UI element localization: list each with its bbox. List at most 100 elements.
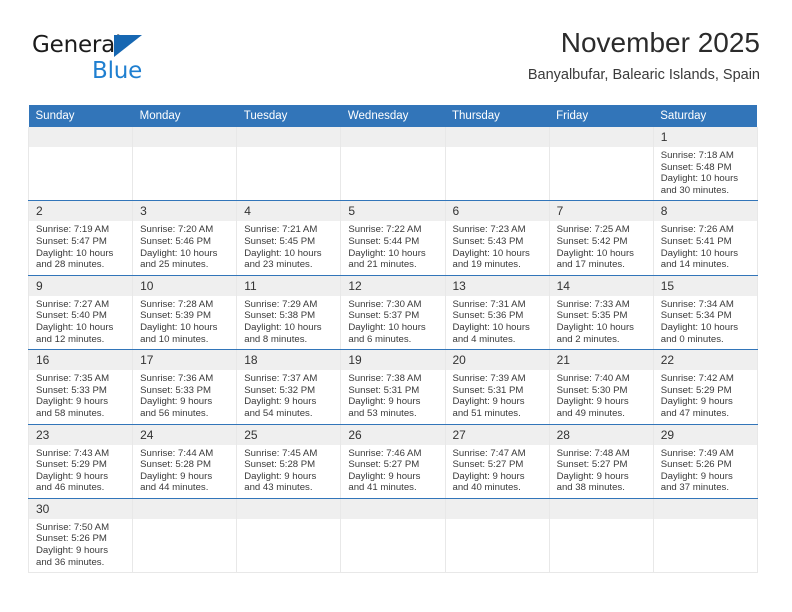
day-details: Sunrise: 7:18 AM Sunset: 5:48 PM Daylight:…: [654, 147, 757, 200]
calendar-empty-cell: [548, 127, 654, 202]
sunset-time: Sunset: 5:27 PM: [556, 459, 628, 471]
calendar-empty-cell: [27, 127, 133, 202]
calendar-day-cell[interactable]: 1 Sunrise: 7:18 AM Sunset: 5:48 PM Daylight…: [652, 127, 758, 202]
day-number: [133, 498, 237, 519]
calendar-empty-cell: [236, 498, 341, 574]
calendar-week-row: 30 Sunrise: 7:50 AM Sunset: 5:26 PM Dayligh…: [27, 498, 758, 574]
sunset-time: Sunset: 5:46 PM: [140, 235, 212, 247]
daylight-duration-line-1: Daylight: 10 hours: [140, 247, 218, 259]
sunrise-time: Sunrise: 7:26 AM: [660, 224, 734, 236]
day-details: Sunrise: 7:27 AM Sunset: 5:40 PM Daylight:…: [29, 296, 132, 349]
calendar-day-cell[interactable]: 20 Sunrise: 7:39 AM Sunset: 5:31 PM Dayligh…: [444, 349, 550, 425]
calendar-header-row: Sunday Monday Tuesday Wednesday Thursday…: [28, 105, 758, 127]
day-number: 10: [133, 275, 237, 296]
calendar-body: 1 Sunrise: 7:18 AM Sunset: 5:48 PM Daylight…: [27, 127, 758, 574]
day-details: Sunrise: 7:40 AM Sunset: 5:30 PM Daylight:…: [550, 370, 653, 423]
sunset-time: Sunset: 5:45 PM: [244, 235, 316, 247]
sunset-time: Sunset: 5:44 PM: [348, 235, 420, 247]
calendar-day-cell[interactable]: 19 Sunrise: 7:38 AM Sunset: 5:31 PM Dayligh…: [340, 349, 445, 425]
calendar-empty-cell: [340, 127, 445, 202]
calendar-day-cell[interactable]: 8 Sunrise: 7:26 AM Sunset: 5:41 PM Daylight…: [652, 200, 758, 276]
calendar-day-cell[interactable]: 5 Sunrise: 7:22 AM Sunset: 5:44 PM Daylight…: [340, 200, 445, 276]
daylight-duration-line-2: and 23 minutes.: [244, 259, 313, 271]
day-number: [341, 127, 445, 147]
sunset-time: Sunset: 5:28 PM: [244, 459, 316, 471]
sunrise-time: Sunrise: 7:27 AM: [36, 298, 110, 310]
day-details: Sunrise: 7:20 AM Sunset: 5:46 PM Daylight:…: [133, 221, 236, 274]
daylight-duration-line-2: and 53 minutes.: [348, 407, 417, 419]
calendar-day-cell[interactable]: 23 Sunrise: 7:43 AM Sunset: 5:29 PM Dayligh…: [27, 424, 133, 499]
sunrise-time: Sunrise: 7:38 AM: [348, 373, 422, 385]
sunset-time: Sunset: 5:33 PM: [36, 384, 107, 396]
day-details: Sunrise: 7:48 AM Sunset: 5:27 PM Daylight:…: [550, 445, 653, 498]
day-number: 25: [237, 424, 341, 445]
day-details: Sunrise: 7:26 AM Sunset: 5:41 PM Daylight:…: [654, 221, 757, 274]
day-details: Sunrise: 7:46 AM Sunset: 5:27 PM Daylight:…: [341, 445, 444, 498]
general-blue-logo[interactable]: General Blue: [32, 32, 222, 94]
calendar-day-cell[interactable]: 26 Sunrise: 7:46 AM Sunset: 5:27 PM Dayligh…: [340, 424, 445, 499]
calendar-empty-cell: [444, 127, 550, 202]
day-number: 23: [29, 424, 133, 445]
daylight-duration-line-2: and 10 minutes.: [140, 333, 209, 345]
day-details: Sunrise: 7:23 AM Sunset: 5:43 PM Daylight:…: [446, 221, 549, 274]
sunset-time: Sunset: 5:36 PM: [452, 310, 524, 322]
calendar-day-cell[interactable]: 22 Sunrise: 7:42 AM Sunset: 5:29 PM Dayligh…: [652, 349, 758, 425]
calendar-day-cell[interactable]: 30 Sunrise: 7:50 AM Sunset: 5:26 PM Dayligh…: [27, 498, 133, 574]
calendar-day-cell[interactable]: 2 Sunrise: 7:19 AM Sunset: 5:47 PM Daylight…: [27, 200, 133, 276]
calendar-day-cell[interactable]: 25 Sunrise: 7:45 AM Sunset: 5:28 PM Dayligh…: [236, 424, 341, 499]
weekday-header-thursday: Thursday: [445, 105, 550, 127]
daylight-duration-line-2: and 56 minutes.: [140, 407, 209, 419]
daylight-duration-line-1: Daylight: 9 hours: [452, 470, 525, 482]
calendar-day-cell[interactable]: 7 Sunrise: 7:25 AM Sunset: 5:42 PM Daylight…: [548, 200, 654, 276]
daylight-duration-line-2: and 17 minutes.: [556, 259, 625, 271]
calendar-day-cell[interactable]: 13 Sunrise: 7:31 AM Sunset: 5:36 PM Dayligh…: [444, 275, 550, 351]
sunrise-time: Sunrise: 7:28 AM: [140, 298, 214, 310]
daylight-duration-line-2: and 2 minutes.: [556, 333, 620, 345]
day-details: Sunrise: 7:36 AM Sunset: 5:33 PM Daylight:…: [133, 370, 236, 423]
sunset-time: Sunset: 5:40 PM: [36, 310, 107, 322]
calendar-day-cell[interactable]: 9 Sunrise: 7:27 AM Sunset: 5:40 PM Daylight…: [27, 275, 133, 351]
sunset-time: Sunset: 5:27 PM: [452, 459, 524, 471]
daylight-duration-line-1: Daylight: 10 hours: [556, 247, 634, 259]
calendar-day-cell[interactable]: 14 Sunrise: 7:33 AM Sunset: 5:35 PM Dayligh…: [548, 275, 654, 351]
sunrise-time: Sunrise: 7:43 AM: [36, 447, 110, 459]
calendar-day-cell[interactable]: 4 Sunrise: 7:21 AM Sunset: 5:45 PM Daylight…: [236, 200, 341, 276]
calendar-day-cell[interactable]: 29 Sunrise: 7:49 AM Sunset: 5:26 PM Dayligh…: [652, 424, 758, 499]
sunset-time: Sunset: 5:30 PM: [556, 384, 628, 396]
calendar-day-cell[interactable]: 28 Sunrise: 7:48 AM Sunset: 5:27 PM Dayligh…: [548, 424, 654, 499]
sunset-time: Sunset: 5:34 PM: [660, 310, 732, 322]
calendar-day-cell[interactable]: 17 Sunrise: 7:36 AM Sunset: 5:33 PM Dayligh…: [132, 349, 237, 425]
calendar-day-cell[interactable]: 10 Sunrise: 7:28 AM Sunset: 5:39 PM Dayligh…: [132, 275, 237, 351]
calendar-day-cell[interactable]: 11 Sunrise: 7:29 AM Sunset: 5:38 PM Dayligh…: [236, 275, 341, 351]
calendar-day-cell[interactable]: 24 Sunrise: 7:44 AM Sunset: 5:28 PM Dayligh…: [132, 424, 237, 499]
sunrise-time: Sunrise: 7:30 AM: [348, 298, 422, 310]
page-subtitle: Banyalbufar, Balearic Islands, Spain: [527, 67, 760, 83]
calendar-day-cell[interactable]: 18 Sunrise: 7:37 AM Sunset: 5:32 PM Dayligh…: [236, 349, 341, 425]
page-header: General Blue November 2025 Banyalbufar, …: [28, 26, 760, 98]
calendar-day-cell[interactable]: 6 Sunrise: 7:23 AM Sunset: 5:43 PM Daylight…: [444, 200, 550, 276]
daylight-duration-line-2: and 47 minutes.: [660, 407, 730, 419]
daylight-duration-line-1: Daylight: 9 hours: [140, 396, 213, 408]
calendar-day-cell[interactable]: 3 Sunrise: 7:20 AM Sunset: 5:46 PM Daylight…: [132, 200, 237, 276]
daylight-duration-line-2: and 8 minutes.: [244, 333, 308, 345]
calendar-day-cell[interactable]: 12 Sunrise: 7:30 AM Sunset: 5:37 PM Dayligh…: [340, 275, 445, 351]
daylight-duration-line-1: Daylight: 10 hours: [140, 321, 218, 333]
sunset-time: Sunset: 5:47 PM: [36, 235, 107, 247]
daylight-duration-line-1: Daylight: 10 hours: [36, 321, 114, 333]
calendar-day-cell[interactable]: 27 Sunrise: 7:47 AM Sunset: 5:27 PM Dayligh…: [444, 424, 550, 499]
daylight-duration-line-2: and 51 minutes.: [452, 407, 521, 419]
calendar-day-cell[interactable]: 16 Sunrise: 7:35 AM Sunset: 5:33 PM Dayligh…: [27, 349, 133, 425]
day-number: 27: [445, 424, 549, 445]
daylight-duration-line-1: Daylight: 10 hours: [348, 247, 426, 259]
weekday-header-friday: Friday: [549, 105, 654, 127]
calendar-day-cell[interactable]: 15 Sunrise: 7:34 AM Sunset: 5:34 PM Dayligh…: [652, 275, 758, 351]
day-number: [237, 498, 341, 519]
day-number: 1: [653, 127, 757, 147]
sunset-time: Sunset: 5:37 PM: [348, 310, 420, 322]
day-number: 19: [341, 350, 445, 371]
calendar-day-cell[interactable]: 21 Sunrise: 7:40 AM Sunset: 5:30 PM Dayligh…: [548, 349, 654, 425]
day-number: 22: [653, 350, 757, 371]
daylight-duration-line-2: and 19 minutes.: [452, 259, 521, 271]
daylight-duration-line-1: Daylight: 10 hours: [660, 247, 739, 259]
sunrise-time: Sunrise: 7:20 AM: [140, 224, 214, 236]
